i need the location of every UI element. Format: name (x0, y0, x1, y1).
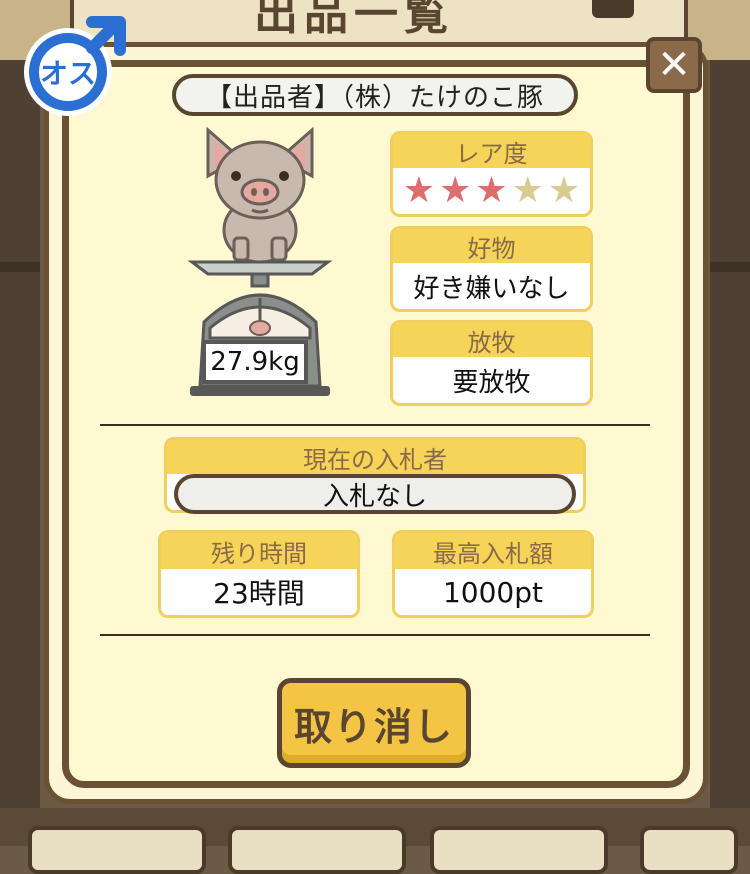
rarity-card: レア度 ★ ★ ★ ★ ★ (390, 131, 593, 217)
male-badge: オス (18, 10, 134, 118)
weight-value: 27.9kg (210, 347, 300, 377)
cancel-label: 取り消し (293, 704, 454, 749)
star-filled-icon: ★ (475, 170, 508, 211)
grazing-value: 要放牧 (452, 367, 531, 398)
highest-bid-card: 最高入札額 1000pt (392, 530, 594, 618)
favorite-value: 好き嫌いなし (413, 273, 570, 304)
background-beam (0, 262, 40, 272)
divider (100, 634, 650, 636)
current-bidder-title: 現在の入札者 (167, 440, 583, 474)
background-tab (28, 826, 206, 874)
current-bidder-text: 入札なし (322, 481, 427, 512)
seller-text: 【出品者】（株）たけのこ豚 (205, 82, 544, 113)
background-left-wall (0, 60, 40, 846)
star-filled-icon: ★ (402, 170, 436, 211)
close-icon: ✕ (657, 42, 691, 88)
background-tab (430, 826, 608, 874)
rarity-title: レア度 (393, 134, 590, 168)
current-bidder-value: 入札なし (174, 474, 576, 514)
background-tab (228, 826, 406, 874)
close-button[interactable]: ✕ (646, 37, 702, 93)
star-empty-icon: ★ (511, 170, 544, 211)
highest-bid-value: 1000pt (442, 575, 543, 609)
divider (100, 424, 650, 426)
star-rating: ★ ★ ★ ★ ★ (403, 173, 580, 209)
favorite-card: 好物 好き嫌いなし (390, 226, 593, 312)
background-header-title: 出品一覧 (254, 0, 454, 40)
background-beam (710, 262, 750, 272)
star-filled-icon: ★ (439, 170, 472, 211)
rarity-stars: ★ ★ ★ ★ ★ (393, 168, 590, 214)
gender-label: オス (40, 57, 96, 90)
background-close-button (592, 0, 634, 18)
male-symbol-icon: オス (24, 16, 126, 116)
star-empty-icon: ★ (547, 170, 581, 211)
background-right-wall (710, 60, 750, 846)
time-left-card: 残り時間 23時間 (158, 530, 360, 618)
favorite-title: 好物 (393, 229, 590, 263)
background-tab (640, 826, 738, 874)
highest-bid-title: 最高入札額 (395, 533, 591, 569)
grazing-card: 放牧 要放牧 (390, 320, 593, 406)
grazing-title: 放牧 (393, 323, 590, 357)
weight-display: 27.9kg (202, 340, 308, 384)
time-left-title: 残り時間 (161, 533, 357, 569)
time-left-value: 23時間 (213, 577, 305, 610)
seller-label: 【出品者】（株）たけのこ豚 (172, 74, 578, 116)
cancel-button[interactable]: 取り消し (277, 678, 471, 768)
